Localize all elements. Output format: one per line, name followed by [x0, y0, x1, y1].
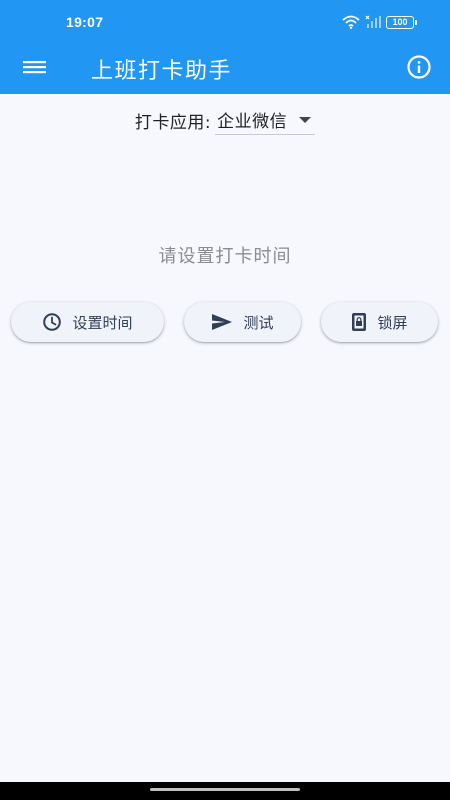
test-label: 测试	[243, 313, 274, 332]
info-icon	[407, 55, 431, 79]
status-icons: 100	[342, 14, 417, 30]
send-icon	[212, 314, 233, 330]
test-button[interactable]: 测试	[184, 302, 301, 342]
app-bar: 上班打卡助手	[0, 40, 450, 94]
lock-screen-button[interactable]: 锁屏	[321, 302, 438, 342]
battery-indicator: 100	[386, 15, 417, 29]
menu-icon	[23, 61, 46, 74]
menu-button[interactable]	[22, 56, 48, 78]
dropdown-value: 企业微信	[217, 112, 288, 132]
gesture-handle[interactable]	[150, 788, 300, 791]
lock-screen-icon	[352, 313, 367, 331]
selector-label: 打卡应用:	[134, 112, 212, 133]
dropdown-arrow-icon	[299, 116, 312, 123]
set-time-label: 设置时间	[72, 313, 133, 332]
set-time-button[interactable]: 设置时间	[11, 302, 164, 342]
status-time: 19:07	[66, 14, 104, 30]
signal-icon	[365, 15, 381, 28]
action-buttons: 设置时间 测试 锁屏	[0, 302, 450, 342]
empty-hint: 请设置打卡时间	[158, 246, 292, 267]
wifi-icon	[342, 15, 360, 29]
app-title: 上班打卡助手	[91, 59, 233, 84]
system-nav-bar	[0, 782, 450, 800]
status-bar: 19:07 100	[0, 0, 450, 40]
clock-icon	[43, 313, 62, 331]
lock-screen-label: 锁屏	[377, 313, 408, 332]
info-button[interactable]	[406, 54, 432, 80]
app-selector-row: 打卡应用: 企业微信	[0, 104, 450, 136]
app-dropdown[interactable]: 企业微信	[215, 105, 316, 135]
